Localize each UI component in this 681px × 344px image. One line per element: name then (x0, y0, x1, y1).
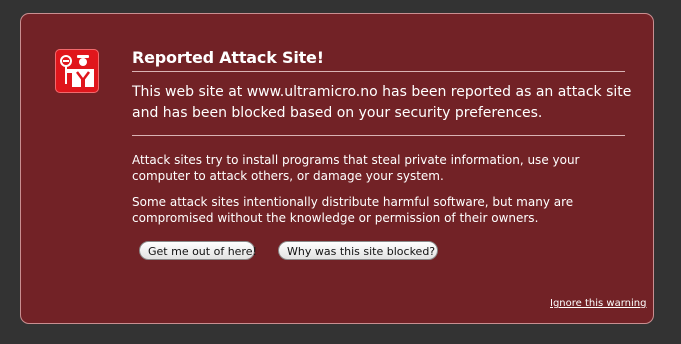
compromise-explanation-text: Some attack sites intentionally distribu… (132, 195, 574, 225)
security-guard-icon (55, 49, 99, 93)
why-blocked-button[interactable]: Why was this site blocked? (278, 241, 438, 260)
ignore-warning-link[interactable]: Ignore this warning (550, 298, 646, 309)
page-title: Reported Attack Site! (132, 48, 324, 67)
attack-explanation-text: Attack sites try to install programs tha… (132, 153, 580, 183)
attack-site-message: This web site at www.ultramicro.no has b… (132, 84, 632, 121)
title-divider (132, 71, 625, 72)
get-me-out-button[interactable]: Get me out of here! (139, 241, 257, 260)
attack-warning-panel: Reported Attack Site! This web site at w… (20, 13, 654, 324)
section-divider (132, 135, 625, 136)
